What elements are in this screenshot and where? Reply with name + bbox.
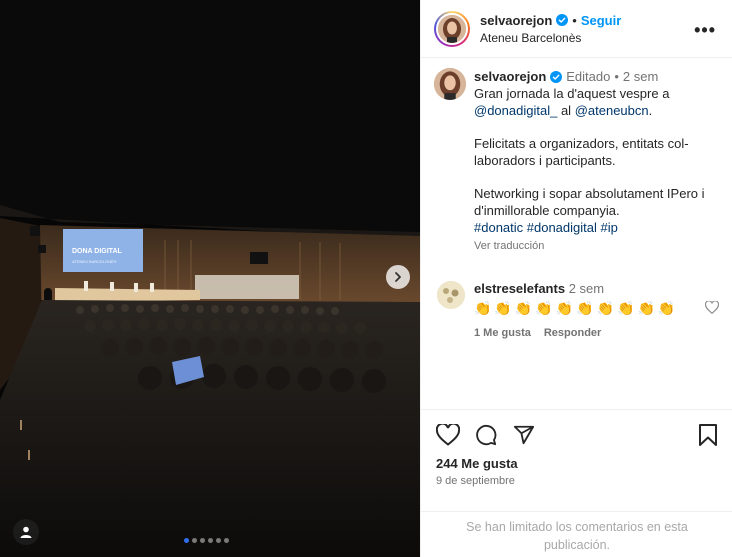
carousel-dot [208,538,213,543]
carousel-indicator [184,538,229,543]
auditorium-photo: DONA DIGITAL ATENEU BARCELONÈS [0,0,420,557]
caption-avatar-image [434,68,466,100]
comment-reply-button[interactable]: Responder [544,327,601,339]
verified-badge-icon [550,70,563,83]
caption-avatar[interactable] [434,68,466,100]
caption-separator: • [614,69,619,84]
post-actions: 244 Me gusta 9 de septiembre [421,409,732,511]
more-options-button[interactable]: ••• [694,20,716,41]
verified-badge-icon [556,14,569,26]
comment-avatar-image [437,281,465,309]
comment-likes[interactable]: 1 Me gusta [474,327,531,339]
chevron-right-icon [395,272,401,282]
post-sidebar: selvaorejon • Seguir Ateneu Barcelonès •… [420,0,732,557]
tagged-users-button[interactable] [13,519,39,545]
header-separator: • [572,12,577,28]
caption-username[interactable]: selvaorejon [474,68,546,85]
edited-label: Editado [566,69,611,84]
translate-link[interactable]: Ver traducción [474,238,724,255]
like-comment-heart-icon[interactable] [705,301,719,314]
caption-hashtags[interactable]: #donatic #donadigital #ip [474,219,724,236]
carousel-dot [216,538,221,543]
post-location[interactable]: Ateneu Barcelonès [480,31,621,45]
comment-avatar[interactable] [437,281,465,309]
post-header: selvaorejon • Seguir Ateneu Barcelonès •… [421,0,732,58]
share-send-icon[interactable] [512,424,536,446]
user-icon [20,526,32,538]
post-caption: selvaorejon Editado • 2 sem Gran jornada… [434,68,724,255]
post-date[interactable]: 9 de septiembre [436,475,515,487]
post-photo[interactable]: DONA DIGITAL ATENEU BARCELONÈS [0,0,420,557]
author-username[interactable]: selvaorejon [480,13,552,28]
comment-bubble-icon[interactable] [474,424,498,446]
carousel-dot [184,538,189,543]
caption-time[interactable]: 2 sem [623,68,658,85]
comment-username[interactable]: elstreselefants [474,281,565,296]
follow-button[interactable]: Seguir [581,13,621,28]
caption-paragraph-2: Felicitats a organizadors, entitats col-… [474,136,689,168]
screen-subtitle: ATENEU BARCELONÈS [72,259,117,264]
caption-line1: Gran jornada la d'aquest vespre a [474,86,670,101]
likes-count[interactable]: 244 Me gusta [436,456,518,471]
carousel-dot [224,538,229,543]
like-heart-icon[interactable] [436,424,460,446]
mention-donadigital[interactable]: @donadigital_ [474,103,557,118]
caption-al: al [560,103,572,118]
comment-time[interactable]: 2 sem [569,281,604,296]
comment-item: elstreselefants 2 sem 👏👏👏👏👏👏👏👏👏👏 1 Me gu… [437,281,723,339]
author-avatar-image [438,14,466,43]
carousel-dot [192,538,197,543]
author-avatar[interactable] [434,10,470,47]
mention-ateneubcn[interactable]: @ateneubcn [575,103,649,118]
carousel-next-button[interactable] [386,265,410,289]
comment-text: 👏👏👏👏👏👏👏👏👏👏 [474,300,679,316]
caption-paragraph-3: Networking i sopar absolutament IPero i … [474,186,705,218]
carousel-dot [200,538,205,543]
screen-title: DONA DIGITAL [72,248,122,255]
comments-limited-notice: Se han limitado los comentarios en esta … [421,511,732,557]
save-bookmark-icon[interactable] [698,424,718,446]
caption-mentions: @donadigital_ al @ateneubcn. [474,102,724,119]
caption-period: . [648,103,653,118]
